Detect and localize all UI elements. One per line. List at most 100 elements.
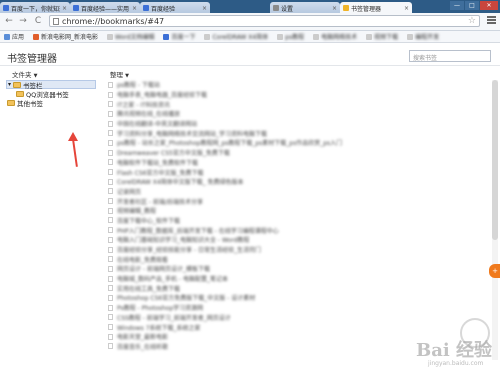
list-item[interactable]: Ps教程 - Photoshop学习资源网 — [108, 303, 488, 313]
tab-title: 书签管理器 — [351, 5, 382, 13]
back-button[interactable]: ← — [4, 16, 14, 26]
list-item[interactable]: 网页设计 - 前端网页设计_模板下载 — [108, 264, 488, 274]
minimize-button[interactable]: — — [450, 1, 464, 10]
tab-favicon-icon — [143, 5, 149, 11]
tab-3[interactable]: 设置 × — [270, 2, 340, 13]
close-tab-icon[interactable]: × — [132, 5, 137, 12]
list-item[interactable]: 实用在线工具_免费下载 — [108, 283, 488, 293]
bookmark-item[interactable]: 百度一下 — [163, 32, 195, 41]
close-tab-icon[interactable]: × — [332, 5, 337, 12]
bookmark-label: 电脑网络技术 — [321, 34, 358, 41]
list-item[interactable]: IT之家 - IT科技资讯 — [108, 99, 488, 109]
list-item[interactable]: 视频编辑_教程 — [108, 206, 488, 216]
window-controls: — □ ✕ — [450, 1, 498, 10]
list-item[interactable]: 记录网页 — [108, 187, 488, 197]
page-icon — [108, 130, 113, 137]
tab-favicon-icon — [3, 5, 9, 11]
list-item-title: 腾讯视频在线_在线播放 — [117, 111, 181, 119]
page-icon — [108, 227, 113, 234]
floating-add-button[interactable]: + — [489, 264, 500, 278]
list-item[interactable]: PHP入门教程_数据库_后端开发下载 - 在线学习编程课程中心 — [108, 225, 488, 235]
page-icon — [108, 188, 113, 195]
watermark: Bai 经验 jingyan.baidu.com — [408, 314, 500, 384]
tab-strip: 百度一下，你就知道 × 百度经验——实用 × 百度经验 × 设置 × 书签管理器 × — □ ✕ — [0, 0, 500, 13]
tab-title: 百度一下，你就知道 — [11, 5, 60, 13]
close-window-button[interactable]: ✕ — [480, 1, 498, 10]
tree-item[interactable]: 其他书签 — [6, 98, 96, 108]
list-item[interactable]: 电脑软件下载站_免费软件下载 — [108, 158, 488, 168]
reload-button[interactable]: C — [33, 16, 43, 26]
bookmark-favicon-icon — [407, 33, 414, 40]
list-item[interactable]: 百度经验分享_经验技能分享 - 日常生活经验_生活窍门 — [108, 245, 488, 255]
list-item-title: 电脑城_数码产品_手机 - 电脑配置_笔记本 — [117, 276, 228, 284]
list-item[interactable]: 学习资料分享_电脑网络技术交流网站_学习资料电脑下载 — [108, 128, 488, 138]
list-item[interactable]: 电脑入门基础知识学习_电脑知识大全 - Word教程 — [108, 235, 488, 245]
address-bar[interactable]: chrome://bookmarks/#47 ☆ — [49, 15, 480, 27]
tab-0[interactable]: 百度一下，你就知道 × — [0, 2, 70, 13]
list-item[interactable]: CorelDRAW X4简体中文版下载_ 免费绿色版本 — [108, 177, 488, 187]
bookmark-favicon-icon — [313, 33, 320, 40]
tab-4[interactable]: 书签管理器 × — [340, 2, 412, 13]
maximize-button[interactable]: □ — [465, 1, 479, 10]
close-tab-icon[interactable]: × — [62, 5, 67, 12]
bookmark-label: 新浪电影网_新浪电影 — [41, 34, 99, 41]
folder-icon — [7, 99, 15, 106]
bookmarks-bar: 应用 新浪电影网_新浪电影 Word文档编辑 百度一下 CorelDRAW X4简体 ps… — [0, 31, 500, 43]
page-icon — [108, 159, 113, 166]
tree-item-label: 其他书签 — [17, 99, 43, 108]
folders-menu[interactable]: 文件夹 ▼ — [12, 69, 37, 79]
page-icon — [108, 81, 113, 88]
list-item[interactable]: 电脑城_数码产品_手机 - 电脑配置_笔记本 — [108, 274, 488, 284]
search-input[interactable]: 搜索书签 — [409, 50, 491, 62]
bookmark-favicon-icon — [204, 33, 211, 40]
close-tab-icon[interactable]: × — [202, 5, 207, 12]
bookmark-label: Word文档编辑 — [115, 34, 155, 41]
list-item[interactable]: 开发者社区 - 前端/后端技术分享 — [108, 196, 488, 206]
list-item-title: 实用在线工具_免费下载 — [117, 285, 181, 293]
list-item[interactable]: 在线电影_免费观看 — [108, 254, 488, 264]
list-item-title: CorelDRAW X4简体中文版下载_ 免费绿色版本 — [117, 179, 244, 187]
bookmark-item[interactable]: 应用 — [4, 32, 24, 41]
list-item[interactable]: Dreamweaver CS5官方中文版_免费下载 — [108, 148, 488, 158]
list-item[interactable]: 百度下载中心_软件下载 — [108, 216, 488, 226]
scrollbar-thumb[interactable] — [492, 80, 498, 240]
expand-toggle-icon[interactable]: ▾ — [8, 81, 11, 88]
bookmark-item[interactable]: 编程开发 — [407, 32, 439, 41]
list-item[interactable]: 中国在线翻译-中英文翻译网站 — [108, 119, 488, 129]
folders-label: 文件夹 — [12, 71, 32, 79]
bookmark-item[interactable]: 电脑网络技术 — [313, 32, 357, 41]
tab-2[interactable]: 百度经验 × — [140, 2, 210, 13]
page-icon — [108, 314, 113, 321]
forward-button[interactable]: → — [18, 16, 28, 26]
folder-tree: ▾ 书签栏 QQ浏览器书签 其他书签 — [6, 80, 96, 108]
menu-icon[interactable] — [487, 16, 496, 25]
chevron-down-icon: ▼ — [33, 73, 38, 79]
bookmark-item[interactable]: ps教程 — [277, 32, 304, 41]
list-item-title: 百度音乐_在线听歌 — [117, 343, 169, 351]
list-item[interactable]: ps教程 - 站长之家_Photoshop教程网_ps教程下载_ps素材下载_p… — [108, 138, 488, 148]
bookmark-item[interactable]: Word文档编辑 — [107, 32, 154, 41]
bookmark-item[interactable]: 新浪电影网_新浪电影 — [33, 32, 98, 41]
folder-icon — [16, 90, 24, 97]
bookmark-item[interactable]: 视频下载 — [366, 32, 398, 41]
list-item[interactable]: 电脑手表_电脑电器_百度经验下载 — [108, 90, 488, 100]
list-item[interactable]: 腾讯视频在线_在线播放 — [108, 109, 488, 119]
page-icon — [108, 324, 113, 331]
page-icon — [108, 304, 113, 311]
list-item-title: Windows 7系统下载_系统之家 — [117, 324, 201, 332]
list-item[interactable]: Photoshop CS6官方免费版下载_中文版 - 设计素材 — [108, 293, 488, 303]
bookmark-favicon-icon — [4, 33, 10, 40]
list-item-title: 记录网页 — [117, 188, 142, 196]
star-icon[interactable]: ☆ — [468, 16, 476, 26]
header-divider — [0, 65, 500, 66]
bookmark-label: CorelDRAW X4简体 — [212, 34, 269, 41]
organize-menu[interactable]: 整理 ▼ — [110, 69, 129, 79]
tab-1[interactable]: 百度经验——实用 × — [70, 2, 140, 13]
list-item[interactable]: ps教程 - 下载站 — [108, 80, 488, 90]
bookmark-item[interactable]: CorelDRAW X4简体 — [204, 32, 268, 41]
bookmark-favicon-icon — [33, 33, 40, 40]
list-item[interactable]: Flash CS6官方中文版_免费下载 — [108, 167, 488, 177]
annotation-arrow-line — [72, 138, 78, 167]
close-tab-icon[interactable]: × — [404, 5, 409, 12]
list-item-title: 在线电影_免费观看 — [117, 256, 169, 264]
